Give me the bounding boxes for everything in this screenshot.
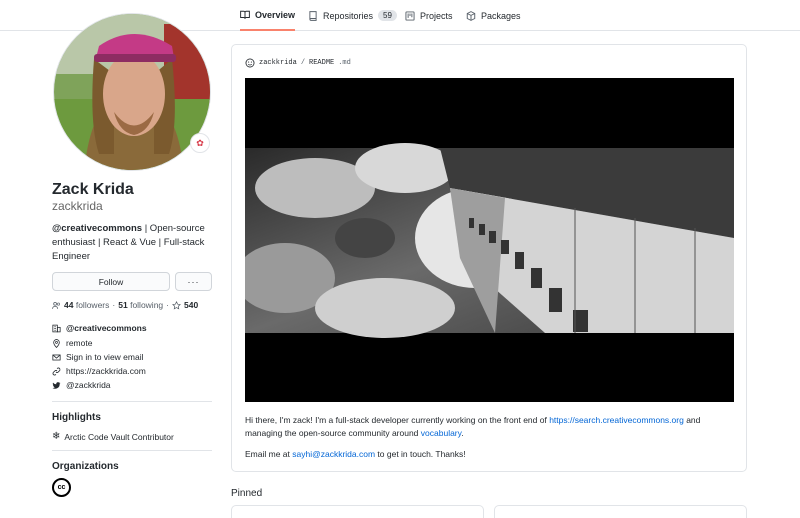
status-emoji-icon[interactable]: ✿ xyxy=(190,133,210,153)
tab-repositories[interactable]: Repositories 59 xyxy=(308,0,397,31)
org-logo-text: cc xyxy=(57,484,66,491)
smiley-icon xyxy=(245,58,255,68)
follow-stats: 44 followers · 51 following · 540 xyxy=(52,300,198,310)
readme-paragraph: Hi there, I'm zack! I'm a full-stack dev… xyxy=(245,414,735,440)
detail-website[interactable]: https://zackkrida.com xyxy=(52,366,146,376)
readme-path-user[interactable]: zackkrida xyxy=(259,59,297,67)
tab-label: Packages xyxy=(481,10,521,21)
readme-card: zackkrida / README .md Hi there, I'm zac… xyxy=(231,44,747,472)
tab-packages[interactable]: Packages xyxy=(466,0,521,31)
book-icon xyxy=(240,10,250,19)
detail-twitter[interactable]: @zackkrida xyxy=(52,380,111,390)
following-count: 51 xyxy=(118,300,128,310)
repo-count-badge: 59 xyxy=(378,10,397,21)
location-icon xyxy=(53,338,60,348)
location-text: remote xyxy=(66,338,93,348)
pinned-repo-card[interactable] xyxy=(231,505,484,518)
readme-link-search[interactable]: https://search.creativecommons.org xyxy=(549,415,684,425)
readme-p1-text-c: . xyxy=(461,428,464,438)
website-text: https://zackkrida.com xyxy=(66,366,146,376)
email-text: Sign in to view email xyxy=(66,352,144,362)
following-link[interactable]: 51 following xyxy=(118,300,163,310)
organization-icon xyxy=(52,324,61,332)
avatar[interactable] xyxy=(53,13,211,171)
readme-banner-image xyxy=(245,78,734,402)
readme-path-ext: .md xyxy=(338,59,351,67)
stars-link[interactable]: 540 xyxy=(172,300,198,310)
people-icon xyxy=(52,301,60,309)
stats-separator: · xyxy=(166,300,169,310)
section-divider xyxy=(52,401,212,402)
package-icon xyxy=(466,10,476,21)
twitter-icon xyxy=(52,381,61,389)
stars-count: 540 xyxy=(184,300,199,310)
stats-separator: · xyxy=(112,300,116,310)
twitter-text: @zackkrida xyxy=(66,380,111,390)
readme-path: zackkrida / README .md xyxy=(245,58,351,68)
more-options-button[interactable]: ··· xyxy=(175,272,212,291)
readme-body: Hi there, I'm zack! I'm a full-stack dev… xyxy=(245,414,735,469)
tab-label: Projects xyxy=(420,10,453,21)
followers-count: 44 xyxy=(64,300,74,310)
avatar-image xyxy=(54,14,210,170)
readme-p2-text-a: Email me at xyxy=(245,449,293,459)
followers-label: followers xyxy=(75,300,110,310)
project-icon xyxy=(405,10,415,21)
profile-username: zackkrida xyxy=(52,199,103,213)
mail-icon xyxy=(52,354,61,360)
highlights-title: Highlights xyxy=(52,412,101,423)
readme-p1-text-a: Hi there, I'm zack! I'm a full-stack dev… xyxy=(245,415,550,425)
profile-bio: @creativecommons | Open-source enthusias… xyxy=(52,222,212,264)
star-icon xyxy=(172,300,181,310)
detail-organization[interactable]: @creativecommons xyxy=(52,323,147,333)
followers-link[interactable]: 44 followers xyxy=(64,300,109,310)
profile-full-name: Zack Krida xyxy=(52,181,134,198)
repo-icon xyxy=(309,10,317,21)
tab-overview[interactable]: Overview xyxy=(240,0,296,31)
tab-projects[interactable]: Projects xyxy=(405,0,453,31)
pinned-repo-card[interactable] xyxy=(494,505,747,518)
highlight-text: Arctic Code Vault Contributor xyxy=(64,431,174,442)
readme-link-email[interactable]: sayhi@zackkrida.com xyxy=(292,449,375,459)
detail-email[interactable]: Sign in to view email xyxy=(52,352,143,362)
following-label: following xyxy=(130,300,164,310)
readme-p2-text-b: to get in touch. Thanks! xyxy=(375,449,466,459)
tab-label: Repositories xyxy=(323,10,374,21)
organizations-title: Organizations xyxy=(52,461,119,472)
follow-button[interactable]: Follow xyxy=(52,272,170,291)
link-icon xyxy=(52,367,61,375)
org-avatar-creativecommons[interactable]: cc xyxy=(52,478,71,497)
highlight-item[interactable]: ❄ Arctic Code Vault Contributor xyxy=(52,431,174,442)
section-divider xyxy=(52,450,212,451)
bio-org-mention[interactable]: @creativecommons xyxy=(52,223,142,234)
readme-path-file[interactable]: README xyxy=(309,59,334,67)
detail-location: remote xyxy=(52,338,92,348)
tab-label: Overview xyxy=(255,9,296,20)
snowflake-icon: ❄ xyxy=(52,431,61,442)
readme-link-vocabulary[interactable]: vocabulary xyxy=(421,428,461,438)
readme-paragraph: Email me at sayhi@zackkrida.com to get i… xyxy=(245,448,735,461)
readme-path-separator: / xyxy=(300,59,306,67)
organization-text: @creativecommons xyxy=(66,323,147,333)
pinned-title: Pinned xyxy=(231,488,263,499)
